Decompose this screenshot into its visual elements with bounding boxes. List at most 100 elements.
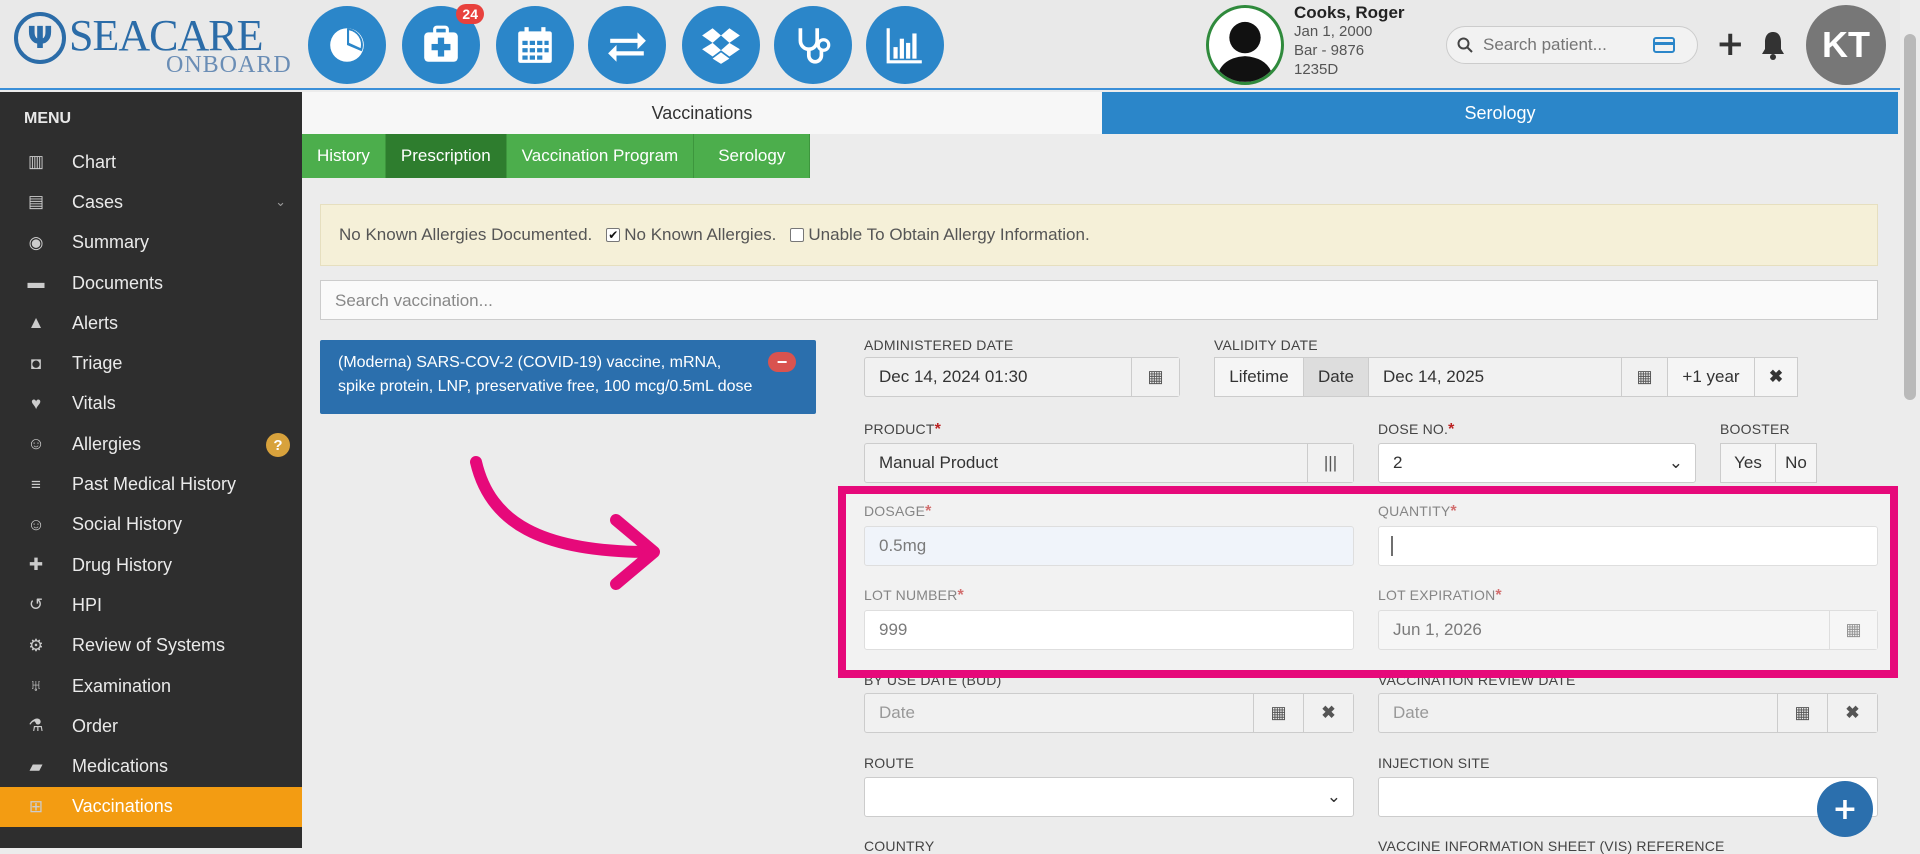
subtab-vaccination-program[interactable]: Vaccination Program [507, 134, 695, 178]
bar-chart-icon [886, 28, 922, 64]
chevron-down-icon: ⌄ [1326, 787, 1341, 806]
scrollbar-thumb[interactable] [1904, 34, 1916, 400]
sidebar-item-label: Drug History [72, 554, 173, 575]
nav-cases-button[interactable]: 24 [402, 4, 484, 84]
patient-photo[interactable] [1206, 5, 1284, 85]
remove-vaccine-icon[interactable]: − [768, 352, 796, 372]
administered-date-label: ADMINISTERED DATE [864, 337, 1014, 353]
unable-label: Unable To Obtain Allergy Information. [808, 225, 1090, 244]
search-icon [1457, 37, 1473, 53]
patient-search[interactable] [1446, 26, 1698, 64]
sidebar-item-summary[interactable]: ◉ Summary [0, 223, 302, 263]
heart-icon: ♥ [30, 393, 42, 413]
patient-search-input[interactable] [1483, 35, 1653, 55]
route-select[interactable]: ⌄ [864, 777, 1354, 817]
sidebar-item-chart[interactable]: ▥ Chart [0, 142, 302, 182]
lifetime-button[interactable]: Lifetime [1214, 357, 1304, 397]
help-badge[interactable]: ? [266, 433, 290, 458]
calendar-icon[interactable]: ▦ [1253, 694, 1303, 732]
sidebar-item-review-of-systems[interactable]: ⚙ Review of Systems [0, 626, 302, 666]
nka-checkbox[interactable]: ✔ [606, 228, 621, 242]
sidebar-item-label: Documents [72, 272, 164, 293]
clear-icon[interactable]: ✖ [1303, 694, 1353, 732]
subtab-serology[interactable]: Serology [694, 134, 811, 178]
sidebar-item-label: Medications [72, 756, 169, 777]
clear-icon[interactable]: ✖ [1754, 357, 1798, 397]
product-field[interactable]: Manual Product ||| [864, 443, 1354, 483]
sidebar-item-vitals[interactable]: ♥ Vitals [0, 384, 302, 424]
nav-reports-button[interactable] [866, 6, 944, 84]
chevron-down-icon[interactable]: ⌄ [275, 194, 286, 210]
validity-date-field[interactable]: Dec 14, 2025 ▦ [1368, 357, 1668, 397]
date-button[interactable]: Date [1303, 357, 1369, 397]
tab-serology[interactable]: Serology [1102, 92, 1898, 134]
sidebar-item-documents[interactable]: ▬ Documents [0, 263, 302, 303]
selected-vaccine-card[interactable]: (Moderna) SARS-COV-2 (COVID-19) vaccine,… [320, 340, 816, 414]
vaccination-search-input[interactable]: Search vaccination... [320, 280, 1878, 320]
barcode-icon[interactable]: ||| [1307, 444, 1353, 482]
sidebar-item-medications[interactable]: ▰ Medications [0, 746, 302, 786]
sidebar-item-social-history[interactable]: ☺ Social History [0, 505, 302, 545]
add-fab-button[interactable]: + [1817, 781, 1873, 837]
chevron-down-icon: ⌄ [1668, 453, 1683, 472]
administered-date-field[interactable]: Dec 14, 2024 01:30 ▦ [864, 357, 1180, 397]
patient-silhouette-icon [1216, 21, 1274, 82]
add-icon[interactable]: + [1716, 26, 1745, 62]
patient-dob: Jan 1, 2000 [1294, 23, 1373, 40]
calendar-icon[interactable]: ▦ [1777, 694, 1827, 732]
allergy-banner: No Known Allergies Documented. ✔ No Know… [320, 204, 1878, 266]
review-date-field[interactable]: Date ▦ ✖ [1378, 693, 1878, 733]
review-date-placeholder: Date [1393, 703, 1429, 722]
nav-calendar-button[interactable] [496, 6, 574, 84]
card-icon[interactable] [1653, 37, 1675, 53]
sidebar-item-vaccinations[interactable]: ⊞ Vaccinations [0, 786, 302, 828]
sidebar-item-order[interactable]: ⚗ Order [0, 706, 302, 746]
nka-label: No Known Allergies. [624, 225, 777, 244]
seacare-logo[interactable]: Ψ SEACARE ONBOARD [14, 10, 294, 80]
sidebar-item-label: Alerts [72, 312, 119, 333]
stethoscope-icon [798, 28, 831, 64]
subtab-history[interactable]: History [302, 134, 386, 178]
product-value: Manual Product [879, 453, 999, 472]
dose-no-select[interactable]: 2 ⌄ [1378, 443, 1696, 483]
booster-label: BOOSTER [1720, 421, 1790, 437]
sidebar-item-alerts[interactable]: ▲ Alerts [0, 303, 302, 343]
booster-no-button[interactable]: No [1775, 443, 1817, 483]
booster-yes-button[interactable]: Yes [1720, 443, 1776, 483]
sidebar-item-label: Cases [72, 191, 124, 212]
sidebar-item-label: HPI [72, 594, 103, 615]
nav-dropbox-button[interactable] [682, 6, 760, 84]
subtab-prescription[interactable]: Prescription [385, 134, 507, 178]
plus-year-button[interactable]: +1 year [1667, 357, 1755, 397]
sidebar-item-cases[interactable]: ▤ Cases ⌄ [0, 182, 302, 222]
history-icon: ↺ [28, 595, 44, 615]
stethoscope-icon: ♅ [29, 676, 43, 695]
unable-checkbox[interactable] [790, 228, 805, 242]
sidebar-item-examination[interactable]: ♅ Examination [0, 666, 302, 706]
sidebar-item-allergies[interactable]: ☺ Allergies? [0, 424, 302, 464]
medkit-icon: ✚ [28, 555, 44, 575]
nav-stethoscope-button[interactable] [774, 6, 852, 84]
patient-name: Cooks, Roger [1294, 3, 1405, 22]
tab-vaccinations[interactable]: Vaccinations [302, 92, 1102, 134]
bud-field[interactable]: Date ▦ ✖ [864, 693, 1354, 733]
vaccine-line1: (Moderna) SARS-COV-2 (COVID-19) vaccine,… [338, 354, 722, 371]
clear-icon[interactable]: ✖ [1827, 694, 1877, 732]
bell-icon[interactable] [1760, 30, 1786, 60]
calendar-icon [518, 27, 552, 63]
injection-site-label: INJECTION SITE [1378, 755, 1490, 771]
calendar-icon[interactable]: ▦ [1131, 358, 1179, 396]
sidebar-item-label: Vitals [72, 393, 116, 414]
nav-chart-button[interactable] [308, 6, 386, 84]
sidebar-item-label: Chart [72, 151, 117, 172]
calendar-icon[interactable]: ▦ [1621, 358, 1667, 396]
user-avatar[interactable]: KT [1806, 5, 1886, 85]
nav-transfer-button[interactable] [588, 6, 666, 84]
injection-site-select[interactable] [1378, 777, 1878, 817]
sidebar-item-past-medical-history[interactable]: ≡ Past Medical History [0, 464, 302, 504]
sidebar-item-drug-history[interactable]: ✚ Drug History [0, 545, 302, 585]
sidebar-item-hpi[interactable]: ↺ HPI [0, 585, 302, 625]
sidebar-item-triage[interactable]: ◘ Triage [0, 343, 302, 383]
dropbox-icon [702, 28, 740, 64]
sidebar-item-label: Review of Systems [72, 635, 226, 656]
